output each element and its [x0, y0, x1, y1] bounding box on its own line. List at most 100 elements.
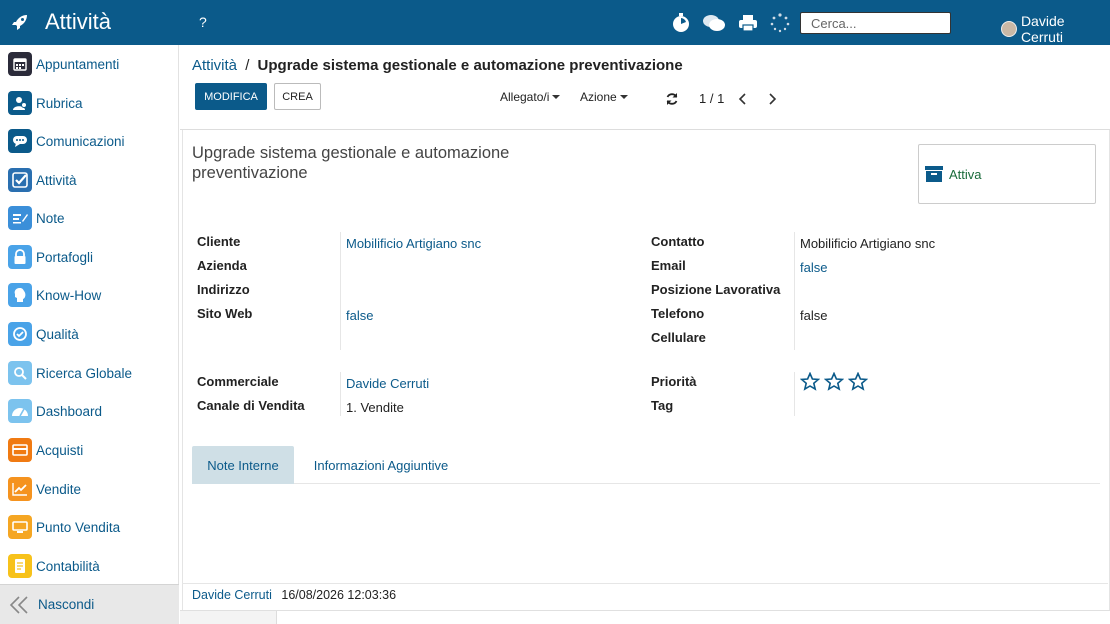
breadcrumb-separator: / [245, 57, 250, 74]
note-icon [8, 206, 32, 230]
double-chevron-left-icon [9, 595, 28, 614]
priority-stars[interactable] [800, 372, 868, 391]
calendar-icon [8, 52, 32, 76]
ledger-icon [8, 554, 32, 578]
help-button[interactable]: ? [199, 14, 207, 30]
sidebar-item-label: Attività [36, 172, 77, 188]
brain-icon [8, 283, 32, 307]
bottom-panel [276, 611, 1110, 624]
sidebar-item-acquisti[interactable]: Acquisti [0, 431, 178, 469]
field-value-telefono: false [800, 308, 828, 323]
field-separator [340, 232, 341, 350]
sidebar-item-portafogli[interactable]: Portafogli [0, 238, 178, 276]
field-label-contatto: Contatto [651, 234, 705, 249]
field-label-cellulare: Cellulare [651, 330, 706, 345]
field-label-canale-di-vendita: Canale di Vendita [197, 398, 305, 413]
sidebar-item-label: Acquisti [36, 442, 84, 458]
field-value-email[interactable]: false [800, 260, 827, 275]
breadcrumb-current: Upgrade sistema gestionale e automazione… [257, 57, 683, 74]
sidebar-item-label: Appuntamenti [36, 56, 120, 72]
edit-button[interactable]: MODIFICA [195, 83, 267, 110]
sidebar-item-label: Note [36, 210, 65, 226]
field-value-contatto: Mobilificio Artigiano snc [800, 236, 936, 251]
breadcrumb-parent[interactable]: Attività [192, 57, 237, 74]
sidebar-item-ricerca-globale[interactable]: Ricerca Globale [0, 354, 178, 392]
sidebar-collapse-button[interactable]: Nascondi [0, 584, 179, 624]
attachments-label: Allegato/i [500, 90, 550, 104]
sidebar-item-label: Contabilità [36, 558, 100, 574]
sidebar-item-know-how[interactable]: Know-How [0, 276, 178, 314]
chevron-left-icon[interactable] [738, 92, 748, 105]
chart-icon [8, 477, 32, 501]
divider [182, 583, 1108, 584]
chevron-right-icon[interactable] [767, 92, 777, 105]
sidebar-item-appuntamenti[interactable]: Appuntamenti [0, 45, 178, 83]
chatter-date: 16/08/2026 12:03:36 [281, 588, 397, 602]
sidebar-item-contabilita[interactable]: Contabilità [0, 547, 178, 585]
field-label-indirizzo: Indirizzo [197, 282, 250, 297]
field-value-sito-web[interactable]: false [346, 308, 373, 323]
sidebar-item-note[interactable]: Note [0, 199, 178, 237]
bottom-strip [180, 610, 1110, 624]
field-value-cliente[interactable]: Mobilificio Artigiano snc [346, 236, 481, 251]
user-menu[interactable]: Davide Cerruti [1001, 13, 1110, 45]
field-label-telefono: Telefono [651, 306, 705, 321]
sidebar-item-label: Punto Vendita [36, 519, 121, 535]
rocket-icon[interactable] [10, 12, 30, 32]
star-icon[interactable] [824, 372, 844, 391]
pager: 1 / 1 [665, 91, 777, 106]
search-input[interactable] [800, 12, 951, 34]
field-label-cliente: Cliente [197, 234, 241, 249]
field-value-canale-di-vendita: 1. Vendite [346, 400, 404, 415]
sidebar-item-qualita[interactable]: Qualità [0, 315, 178, 353]
print-icon[interactable] [737, 12, 759, 34]
sidebar-item-label: Rubrica [36, 95, 83, 111]
quality-icon [8, 322, 32, 346]
caret-down-icon [619, 95, 628, 99]
field-label-commerciale: Commerciale [197, 374, 279, 389]
field-separator [340, 372, 341, 416]
sidebar-item-punto-vendita[interactable]: Punto Vendita [0, 508, 178, 546]
stopwatch-icon[interactable] [670, 12, 692, 34]
avatar [1001, 21, 1017, 37]
field-label-email: Email [651, 258, 686, 273]
sidebar-item-label: Comunicazioni [36, 133, 125, 149]
sidebar-item-vendite[interactable]: Vendite [0, 470, 178, 508]
sidebar-item-label: Qualità [36, 326, 79, 342]
chat-bubbles-icon[interactable] [702, 12, 726, 34]
check-icon [8, 168, 32, 192]
sidebar-item-label: Portafogli [36, 249, 94, 265]
status-button[interactable]: Attiva [918, 144, 1096, 204]
sidebar-item-dashboard[interactable]: Dashboard [0, 392, 178, 430]
refresh-icon[interactable] [665, 92, 679, 106]
app-title: Attività [45, 9, 112, 34]
status-label: Attiva [949, 166, 982, 182]
search-icon [8, 361, 32, 385]
attachments-dropdown[interactable]: Allegato/i [500, 90, 561, 104]
top-navbar: Attività ? Davide Cerruti [0, 0, 1110, 45]
tab-informazioni-aggiuntive[interactable]: Informazioni Aggiuntive [302, 446, 460, 484]
action-dropdown[interactable]: Azione [580, 90, 628, 104]
field-separator [794, 232, 795, 350]
archive-icon [925, 166, 943, 182]
sidebar-item-comunicazioni[interactable]: Comunicazioni [0, 122, 178, 160]
sidebar-item-rubrica[interactable]: Rubrica [0, 84, 178, 122]
sidebar-item-attivita[interactable]: Attività [0, 161, 178, 199]
star-icon[interactable] [848, 372, 868, 391]
sidebar-item-label: Know-How [36, 287, 102, 303]
create-button[interactable]: CREA [274, 83, 321, 110]
lock-icon [8, 245, 32, 269]
sidebar: Appuntamenti Rubrica Comunicazioni Attiv… [0, 45, 179, 624]
caret-down-icon [552, 95, 561, 99]
record-title: Upgrade sistema gestionale e automazione… [192, 144, 510, 182]
field-separator [794, 372, 795, 416]
field-label-sito-web: Sito Web [197, 306, 253, 321]
star-icon[interactable] [800, 372, 820, 391]
field-value-commerciale[interactable]: Davide Cerruti [346, 376, 429, 391]
field-label-azienda: Azienda [197, 258, 247, 273]
notebook-tabs: Note Interne Informazioni Aggiuntive [192, 446, 1100, 484]
user-name: Davide Cerruti [1020, 13, 1065, 45]
chatter-message: Davide Cerruti 16/08/2026 12:03:36 [192, 588, 396, 602]
tab-note-interne[interactable]: Note Interne [192, 446, 294, 484]
chatter-author[interactable]: Davide Cerruti [192, 588, 272, 602]
